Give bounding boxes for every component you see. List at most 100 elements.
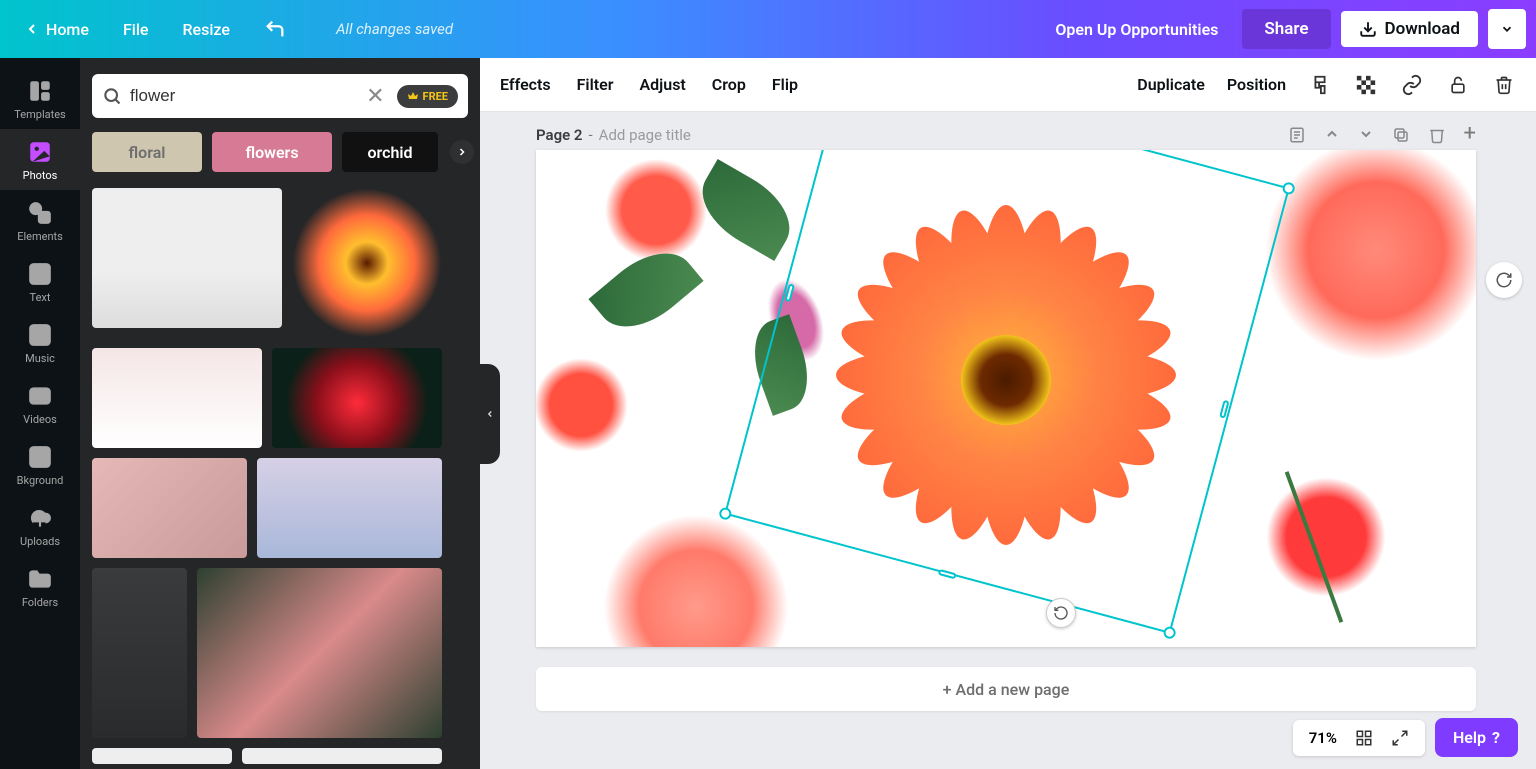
duplicate-button[interactable]: Duplicate bbox=[1137, 75, 1205, 94]
elements-icon bbox=[27, 200, 53, 226]
photo-thumbnail[interactable] bbox=[92, 348, 262, 448]
undo-button[interactable] bbox=[250, 10, 300, 48]
canvas-scroll[interactable]: Page 2 - Add page title + bbox=[480, 112, 1536, 769]
resize-menu[interactable]: Resize bbox=[168, 12, 243, 47]
photo-thumbnail[interactable] bbox=[197, 568, 442, 738]
videos-icon bbox=[27, 383, 53, 409]
refresh-icon bbox=[1495, 271, 1513, 289]
rail-folders[interactable]: Folders bbox=[0, 556, 80, 617]
chip-orchid[interactable]: orchid bbox=[342, 132, 438, 172]
free-filter-button[interactable]: FREE bbox=[397, 85, 458, 108]
help-button[interactable]: Help ? bbox=[1435, 718, 1518, 757]
flip-button[interactable]: Flip bbox=[772, 75, 798, 94]
photo-thumbnail[interactable] bbox=[272, 348, 442, 448]
bottom-right-bar: 71% Help ? bbox=[1293, 718, 1518, 757]
file-menu[interactable]: File bbox=[109, 12, 163, 47]
photo-thumbnail[interactable] bbox=[92, 188, 282, 328]
context-toolbar: Effects Filter Adjust Crop Flip Duplicat… bbox=[480, 58, 1536, 112]
page-add-button[interactable]: + bbox=[1464, 126, 1476, 144]
chip-flowers[interactable]: flowers bbox=[212, 132, 332, 172]
search-row: ✕ FREE bbox=[92, 74, 468, 118]
page-notes-button[interactable] bbox=[1288, 126, 1306, 144]
format-painter-button[interactable] bbox=[1308, 73, 1332, 97]
photo-thumbnail[interactable] bbox=[92, 568, 187, 738]
grid-view-button[interactable] bbox=[1355, 729, 1373, 747]
page-separator: - bbox=[589, 126, 593, 144]
suggestion-chips: floral flowers orchid bbox=[92, 132, 468, 172]
page-up-button[interactable] bbox=[1324, 126, 1340, 144]
download-button[interactable]: Download bbox=[1341, 11, 1478, 47]
photo-thumbnail[interactable] bbox=[292, 188, 442, 338]
download-options-button[interactable] bbox=[1488, 9, 1526, 49]
main-area: Templates Photos Elements Text Music Vid… bbox=[0, 58, 1536, 769]
link-button[interactable] bbox=[1400, 73, 1424, 97]
filter-button[interactable]: Filter bbox=[577, 75, 614, 94]
page-header: Page 2 - Add page title + bbox=[536, 126, 1476, 144]
music-icon bbox=[27, 322, 53, 348]
background-icon bbox=[27, 444, 53, 470]
position-button[interactable]: Position bbox=[1227, 75, 1286, 94]
chevron-left-icon bbox=[24, 21, 40, 37]
undo-icon bbox=[264, 18, 286, 40]
rail-videos[interactable]: Videos bbox=[0, 373, 80, 434]
home-label: Home bbox=[46, 20, 89, 39]
templates-icon bbox=[27, 78, 53, 104]
chip-floral[interactable]: floral bbox=[92, 132, 202, 172]
photos-panel: ✕ FREE floral flowers orchid bbox=[80, 58, 480, 769]
top-bar: Home File Resize All changes saved Open … bbox=[0, 0, 1536, 58]
search-input[interactable] bbox=[130, 86, 354, 106]
transparency-button[interactable] bbox=[1354, 73, 1378, 97]
page-delete-button[interactable] bbox=[1428, 126, 1446, 144]
photo-thumbnail[interactable] bbox=[242, 748, 442, 764]
lock-button[interactable] bbox=[1446, 73, 1470, 97]
crop-button[interactable]: Crop bbox=[712, 75, 746, 94]
folders-icon bbox=[27, 566, 53, 592]
photo-thumbnail[interactable] bbox=[92, 748, 232, 764]
rail-music[interactable]: Music bbox=[0, 312, 80, 373]
resize-handle-right[interactable] bbox=[1219, 400, 1229, 419]
page-down-button[interactable] bbox=[1358, 126, 1374, 144]
rail-photos[interactable]: Photos bbox=[0, 129, 80, 190]
rail-templates[interactable]: Templates bbox=[0, 68, 80, 129]
zoom-controls: 71% bbox=[1293, 720, 1425, 756]
effects-button[interactable]: Effects bbox=[500, 75, 551, 94]
rail-uploads[interactable]: Uploads bbox=[0, 495, 80, 556]
fullscreen-button[interactable] bbox=[1391, 729, 1409, 747]
topbar-left: Home File Resize All changes saved bbox=[10, 10, 453, 48]
page-title-input[interactable]: Add page title bbox=[599, 126, 691, 144]
rail-text[interactable]: Text bbox=[0, 251, 80, 312]
context-right: Duplicate Position bbox=[1137, 73, 1516, 97]
page-duplicate-button[interactable] bbox=[1392, 126, 1410, 144]
page-header-tools: + bbox=[1288, 126, 1476, 144]
photo-results-grid bbox=[92, 188, 468, 764]
crown-icon bbox=[407, 90, 419, 102]
photo-thumbnail[interactable] bbox=[257, 458, 442, 558]
add-page-button[interactable]: + Add a new page bbox=[536, 667, 1476, 711]
chips-next-button[interactable] bbox=[450, 140, 474, 164]
chevron-right-icon bbox=[456, 146, 468, 158]
photos-icon bbox=[27, 139, 53, 165]
photo-thumbnail[interactable] bbox=[92, 458, 247, 558]
zoom-level[interactable]: 71% bbox=[1309, 729, 1337, 747]
search-icon bbox=[102, 86, 122, 106]
help-icon: ? bbox=[1492, 728, 1500, 747]
share-button[interactable]: Share bbox=[1242, 9, 1330, 49]
clear-search-button[interactable]: ✕ bbox=[362, 84, 388, 109]
download-icon bbox=[1359, 20, 1377, 38]
rotate-icon bbox=[1053, 605, 1069, 621]
opportunities-link[interactable]: Open Up Opportunities bbox=[1041, 12, 1232, 47]
page-number: Page 2 bbox=[536, 126, 583, 144]
save-status: All changes saved bbox=[336, 20, 453, 38]
adjust-button[interactable]: Adjust bbox=[639, 75, 685, 94]
resize-handle-left[interactable] bbox=[784, 283, 794, 302]
delete-button[interactable] bbox=[1492, 73, 1516, 97]
rail-elements[interactable]: Elements bbox=[0, 190, 80, 251]
chevron-down-icon bbox=[1500, 22, 1514, 36]
refresh-canvas-button[interactable] bbox=[1486, 262, 1522, 298]
text-icon bbox=[27, 261, 53, 287]
rotate-handle[interactable] bbox=[1046, 598, 1076, 628]
search-box[interactable]: ✕ FREE bbox=[92, 74, 468, 118]
home-button[interactable]: Home bbox=[10, 12, 103, 47]
rail-bkground[interactable]: Bkground bbox=[0, 434, 80, 495]
canvas-page[interactable] bbox=[536, 150, 1476, 647]
